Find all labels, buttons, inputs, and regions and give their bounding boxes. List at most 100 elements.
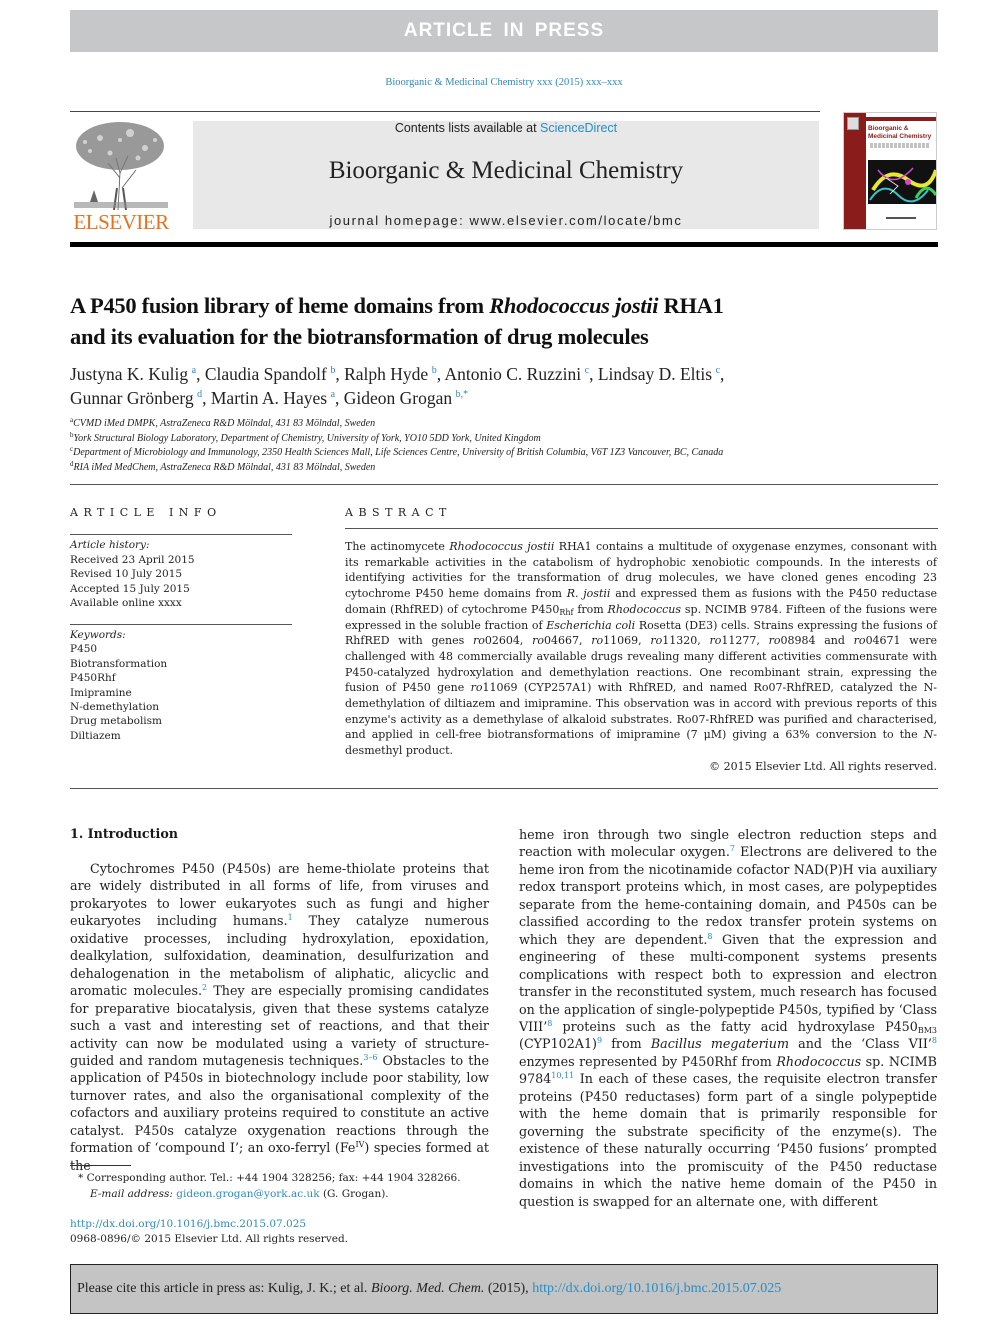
history-accepted: Accepted 15 July 2015	[70, 582, 190, 595]
title-text: RHA1	[658, 293, 724, 318]
keyword: N-demethylation	[70, 701, 160, 714]
superscript: b	[330, 365, 336, 376]
affiliation: dRIA iMed MedChem, AstraZeneca R&D Mölnd…	[70, 460, 950, 476]
contents-prefix: Contents lists available at	[394, 121, 541, 135]
history-label: Article history:	[70, 539, 150, 551]
corresponding-author-text: Corresponding author. Tel.: +44 1904 328…	[83, 1172, 461, 1184]
keyword: Biotransformation	[70, 657, 168, 670]
author[interactable]: Lindsay D. Eltis c	[598, 364, 720, 384]
email-label: E-mail address:	[90, 1188, 177, 1200]
email-suffix: (G. Grogan).	[319, 1188, 389, 1200]
doi-link[interactable]: http://dx.doi.org/10.1016/j.bmc.2015.07.…	[70, 1218, 306, 1230]
italic-text: Rhodococcus	[607, 602, 682, 616]
italic-text: ro	[473, 634, 485, 648]
article-history: Article history: Received 23 April 2015 …	[70, 538, 300, 611]
citation-link[interactable]: 8	[932, 1036, 937, 1051]
text-span: Ralph Hyde	[344, 364, 429, 384]
superscript: c	[715, 365, 721, 376]
text-span: (CYP102A1)	[519, 1036, 597, 1052]
title-text-line2: and its evaluation for the biotransforma…	[70, 324, 649, 349]
affiliation: aCVMD iMed DMPK, AstraZeneca R&D Mölndal…	[70, 417, 950, 432]
text-span: 04667,	[544, 634, 592, 648]
text-span	[74, 202, 168, 208]
citation-doi-link[interactable]: http://dx.doi.org/10.1016/j.bmc.2015.07.…	[532, 1281, 781, 1296]
italic-text: ro	[470, 681, 483, 695]
author[interactable]: Justyna K. Kulig a	[70, 364, 196, 384]
header-thick-rule	[70, 242, 938, 247]
author[interactable]: Claudia Spandolf b	[205, 364, 336, 384]
keyword: Diltiazem	[70, 729, 121, 742]
section-heading-introduction: 1. Introduction	[70, 826, 179, 841]
header-rule	[70, 111, 820, 112]
cover-title: Bioorganic & Medicinal Chemistry	[868, 125, 932, 140]
italic-text: ro	[591, 634, 604, 648]
superscript: 3–6	[363, 1052, 378, 1062]
superscript: a	[191, 365, 197, 376]
body-column-left: Cytochromes P450 (P450s) are heme-thiola…	[70, 860, 489, 1174]
journal-reference-link[interactable]: Bioorganic & Medicinal Chemistry xxx (20…	[0, 77, 992, 88]
citation-box: Please cite this article in press as: Ku…	[70, 1264, 938, 1314]
subscript: Rhf	[559, 607, 574, 617]
author[interactable]: Gunnar Grönberg d	[70, 388, 202, 408]
journal-cover-thumbnail[interactable]: Bioorganic & Medicinal Chemistry	[843, 112, 937, 230]
text-span	[90, 190, 98, 202]
divider	[70, 484, 938, 485]
body-column-right: heme iron through two single electron re…	[519, 826, 937, 1210]
author[interactable]: Martin A. Hayes a	[211, 388, 335, 408]
journal-homepage[interactable]: journal homepage: www.elsevier.com/locat…	[193, 213, 819, 228]
divider	[345, 528, 938, 529]
text-span: Justyna K. Kulig	[70, 364, 189, 384]
text-span	[88, 149, 92, 153]
superscript: 8	[931, 1036, 937, 1046]
cover-logo-icon	[847, 117, 859, 130]
history-received: Received 23 April 2015	[70, 553, 195, 566]
text-span: Antonio C. Ruzzini	[444, 364, 582, 384]
italic-text: ro	[709, 634, 722, 648]
email-link[interactable]: gideon.grogan@york.ac.uk	[176, 1188, 319, 1200]
author[interactable]: Ralph Hyde b	[344, 364, 437, 384]
cover-subtitle	[870, 143, 930, 148]
affiliation: bYork Structural Biology Laboratory, Dep…	[70, 431, 950, 447]
text-span	[135, 155, 141, 161]
italic-text: Rhodococcus	[776, 1053, 862, 1069]
superscript: c	[584, 365, 590, 376]
text-span: Gideon Grogan	[343, 388, 453, 408]
keyword: Drug metabolism	[70, 715, 163, 728]
author-list: Justyna K. Kulig a, Claudia Spandolf b, …	[70, 364, 725, 408]
keyword: P450	[70, 643, 98, 656]
doi-block: http://dx.doi.org/10.1016/j.bmc.2015.07.…	[70, 1217, 490, 1246]
article-info-heading: ARTICLE INFO	[70, 506, 222, 519]
text-span	[76, 122, 164, 170]
citation-journal: Bioorg. Med. Chem.	[370, 1281, 485, 1296]
citation-link[interactable]: 3–6	[363, 1053, 377, 1068]
divider	[70, 624, 292, 625]
title-species: Rhodococcus jostii	[489, 293, 659, 318]
citation-link[interactable]: 10,11	[551, 1071, 574, 1086]
cover-footer	[886, 217, 916, 219]
text-span	[83, 140, 87, 144]
subscript: BM3	[917, 1025, 937, 1035]
journal-title: Bioorganic & Medicinal Chemistry	[328, 157, 684, 184]
contents-available-text: Contents lists available at ScienceDirec…	[193, 121, 819, 135]
text-span	[869, 167, 936, 203]
history-revised: Revised 10 July 2015	[70, 568, 183, 580]
text-span	[107, 150, 113, 156]
abstract-copyright: © 2015 Elsevier Ltd. All rights reserved…	[709, 759, 937, 773]
sciencedirect-link[interactable]: ScienceDirect	[540, 121, 617, 135]
author[interactable]: Antonio C. Ruzzini c	[445, 364, 590, 384]
text-span	[76, 122, 164, 170]
footnote-rule	[70, 1165, 131, 1166]
text-span: and the ‘Class VII’	[789, 1036, 932, 1052]
text-span	[905, 179, 911, 185]
italic-text: Bacillus megaterium	[650, 1036, 790, 1052]
text-span: * Corresponding author. Tel.: +44 1904 3…	[70, 1170, 490, 1186]
text-span: from	[602, 1036, 651, 1052]
text-span: Lindsay D. Eltis	[597, 364, 713, 384]
abstract-heading: ABSTRACT	[345, 506, 452, 519]
citation-prefix: Please cite this article in press as: Ku…	[77, 1281, 371, 1296]
superscript: b,*	[455, 389, 469, 400]
text-span: http://dx.doi.org/10.1016/j.bmc.2015.07.…	[70, 1217, 490, 1232]
elsevier-wordmark: ELSEVIER	[73, 210, 169, 234]
text-span: 02604,	[484, 634, 533, 648]
author-corresponding[interactable]: Gideon Grogan b,*	[344, 388, 468, 408]
